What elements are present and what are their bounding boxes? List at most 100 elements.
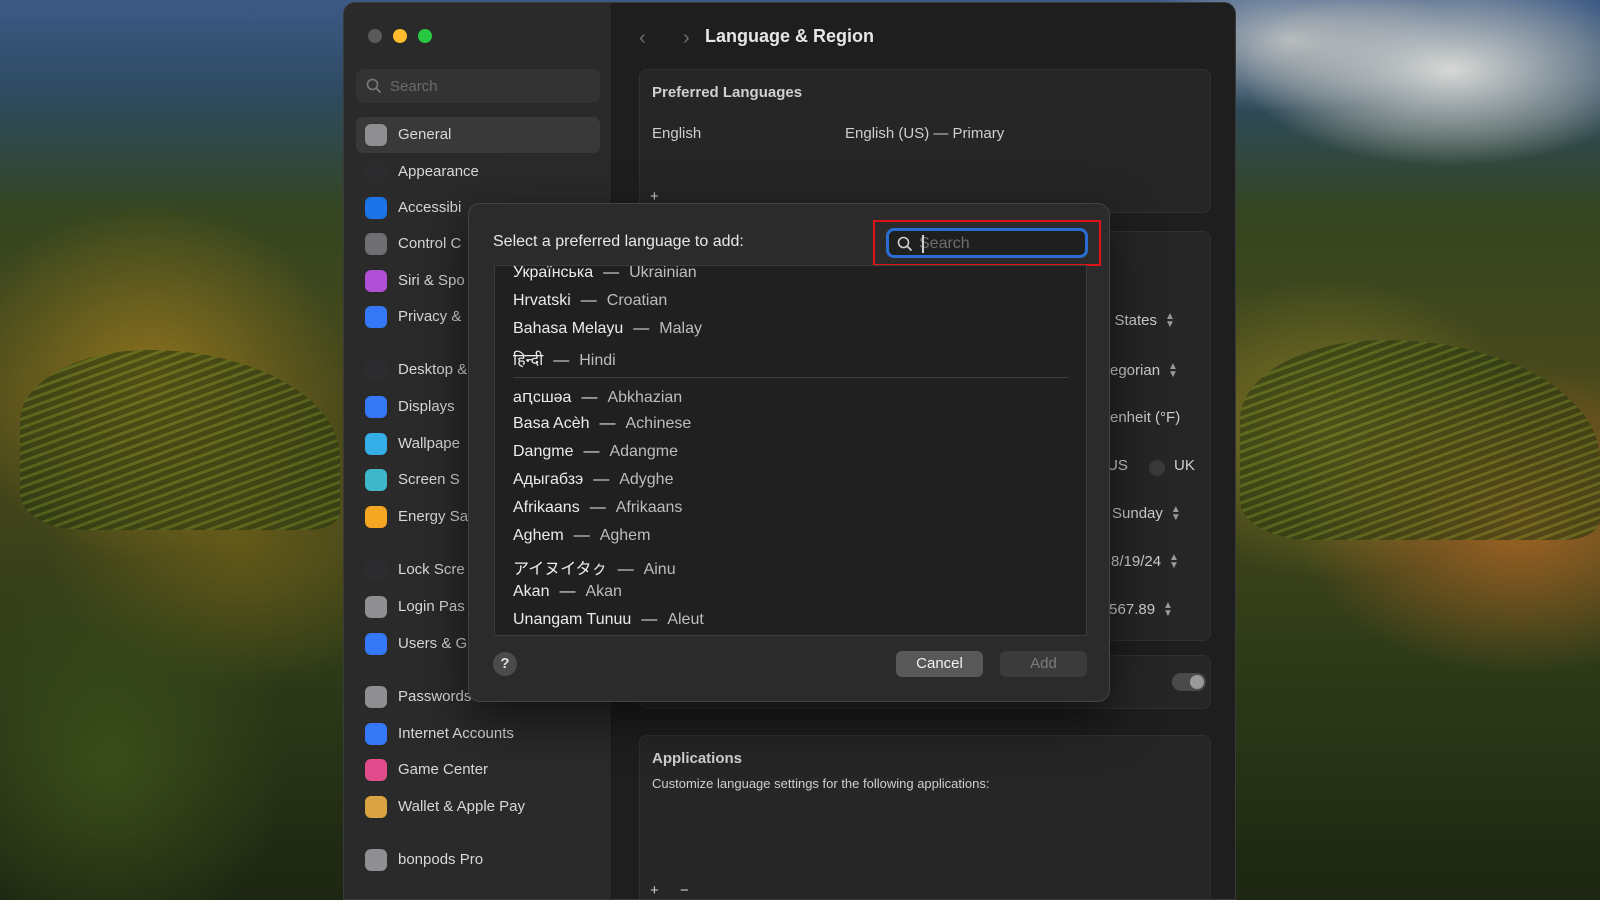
- help-button[interactable]: ?: [493, 652, 517, 676]
- airpods-icon: [365, 849, 387, 871]
- language-native-name: Адыгабзэ: [513, 471, 584, 488]
- language-english-name: Akan: [585, 583, 622, 600]
- stepper-arrows-icon: ▲ ▼: [1170, 504, 1181, 524]
- language-list-item[interactable]: Hrvatski — Croatian: [513, 292, 667, 320]
- gear-icon: [365, 124, 387, 146]
- language-list-item[interactable]: Basa Acèh — Achinese: [513, 415, 691, 443]
- calendar-select[interactable]: regorian ▲ ▼: [1105, 362, 1178, 380]
- sidebar-item-label: Passwords: [398, 688, 472, 705]
- sidebar-item-label: Login Pas: [398, 598, 465, 615]
- language-separator: —: [593, 471, 610, 488]
- displays-icon: [365, 396, 387, 418]
- language-native-name: Українська: [513, 265, 594, 281]
- language-list-item[interactable]: हिन्दी — Hindi: [513, 348, 616, 376]
- region-select[interactable]: l States ▲ ▼: [1107, 311, 1175, 331]
- energy-icon: [365, 506, 387, 528]
- vineyard-right: [1240, 340, 1600, 540]
- language-list-item[interactable]: Українська — Ukrainian: [513, 265, 697, 292]
- language-list-item[interactable]: Адыгабзэ — Adyghe: [513, 471, 673, 499]
- sidebar-item[interactable]: Internet Accounts: [356, 716, 600, 752]
- lock-icon: [365, 559, 387, 581]
- measurement-us-label[interactable]: US: [1107, 457, 1128, 474]
- close-window-button[interactable]: [368, 29, 382, 43]
- number-format-value: ,567.89: [1105, 601, 1156, 618]
- sidebar-search-input[interactable]: Search: [356, 69, 600, 103]
- language-list-item[interactable]: аԥсшәа — Abkhazian: [513, 387, 682, 415]
- language-list-item[interactable]: Unangam Tunuu — Aleut: [513, 611, 704, 635]
- sidebar-item[interactable]: General: [356, 117, 600, 153]
- preferred-language-detail: English (US) — Primary: [845, 125, 1005, 142]
- stepper-arrows-icon: ▲ ▼: [1165, 311, 1175, 331]
- page-title: Language & Region: [705, 26, 875, 46]
- sidebar-item[interactable]: Appearance: [356, 154, 600, 190]
- desktop-dock-icon: [365, 359, 387, 381]
- language-list-item[interactable]: Akan — Akan: [513, 583, 622, 611]
- date-format-select[interactable]: 8/19/24 ▲ ▼: [1111, 552, 1179, 572]
- sidebar-item-label: Screen S: [398, 471, 460, 488]
- sidebar-item-label: General: [398, 126, 452, 143]
- vineyard-left: [20, 350, 340, 530]
- wallpaper-icon: [365, 433, 387, 455]
- language-english-name: Afrikaans: [615, 499, 683, 516]
- zoom-window-button[interactable]: [418, 29, 432, 43]
- language-native-name: Unangam Tunuu: [513, 611, 632, 628]
- language-list-item[interactable]: Aghem — Aghem: [513, 527, 650, 555]
- preferred-language-name[interactable]: English: [652, 125, 701, 142]
- add-application-icon[interactable]: +: [650, 882, 659, 899]
- sidebar-item-label: Accessibi: [398, 199, 462, 216]
- language-separator: —: [617, 561, 634, 578]
- language-list-item[interactable]: アイヌイタㇰ — Ainu: [513, 555, 676, 583]
- language-list-item[interactable]: Dangme — Adangme: [513, 443, 678, 471]
- language-list-item[interactable]: Bahasa Melayu — Malay: [513, 320, 702, 348]
- sidebar-item[interactable]: bonpods Pro: [356, 842, 600, 878]
- number-format-select[interactable]: ,567.89 ▲ ▼: [1105, 601, 1173, 619]
- language-separator: —: [589, 499, 606, 516]
- sidebar-item-label: Game Center: [398, 761, 489, 778]
- add-button[interactable]: Add: [1000, 651, 1087, 677]
- sidebar-item-label: Appearance: [398, 163, 479, 180]
- siri-icon: [365, 270, 387, 292]
- language-separator: —: [559, 583, 576, 600]
- sidebar-item-label: Users & G: [398, 635, 468, 652]
- date-format-value: 8/19/24: [1111, 553, 1162, 570]
- measurement-uk-label[interactable]: UK: [1174, 457, 1195, 474]
- language-separator: —: [581, 389, 598, 406]
- screen-saver-icon: [365, 469, 387, 491]
- language-english-name: Aghem: [599, 527, 651, 544]
- add-language-dialog: Select a preferred language to add: Укра…: [468, 203, 1110, 702]
- sidebar-item[interactable]: Game Center: [356, 752, 600, 788]
- first-day-select[interactable]: Sunday ▲ ▼: [1112, 504, 1181, 524]
- sidebar-item[interactable]: Wallet & Apple Pay: [356, 789, 600, 825]
- at-sign-icon: [365, 723, 387, 745]
- language-native-name: Dangme: [513, 443, 574, 460]
- sidebar-item-label: Internet Accounts: [398, 725, 514, 742]
- temperature-value[interactable]: renheit (°F): [1105, 409, 1180, 426]
- sidebar-item-label: Control C: [398, 235, 462, 252]
- back-arrow-icon[interactable]: ‹: [639, 27, 646, 50]
- language-list-item[interactable]: Afrikaans — Afrikaans: [513, 499, 682, 527]
- sidebar-item-label: Lock Scre: [398, 561, 465, 578]
- language-native-name: Aghem: [513, 527, 564, 544]
- forward-arrow-icon[interactable]: ›: [683, 27, 690, 50]
- language-separator: —: [573, 527, 590, 544]
- language-separator: —: [603, 265, 620, 281]
- applications-panel: Applications Customize language settings…: [639, 735, 1211, 899]
- game-center-icon: [365, 759, 387, 781]
- key-icon: [365, 686, 387, 708]
- search-icon: [366, 78, 382, 99]
- language-list[interactable]: Українська — Ukrainian Hrvatski — Croatian Bah…: [494, 265, 1087, 636]
- remove-application-icon[interactable]: −: [680, 882, 689, 899]
- cancel-button[interactable]: Cancel: [896, 651, 983, 677]
- stepper-arrows-icon: ▲ ▼: [1169, 552, 1179, 572]
- live-text-toggle[interactable]: [1172, 673, 1206, 691]
- language-english-name: Ukrainian: [629, 265, 697, 281]
- language-separator: —: [583, 443, 600, 460]
- minimize-window-button[interactable]: [393, 29, 407, 43]
- measurement-uk-radio[interactable]: [1149, 460, 1165, 476]
- preferred-languages-title: Preferred Languages: [652, 84, 803, 101]
- calendar-value: regorian: [1105, 362, 1161, 379]
- language-native-name: Hrvatski: [513, 292, 571, 309]
- language-separator: —: [641, 611, 658, 628]
- wallet-icon: [365, 796, 387, 818]
- search-highlight-box: [873, 220, 1101, 266]
